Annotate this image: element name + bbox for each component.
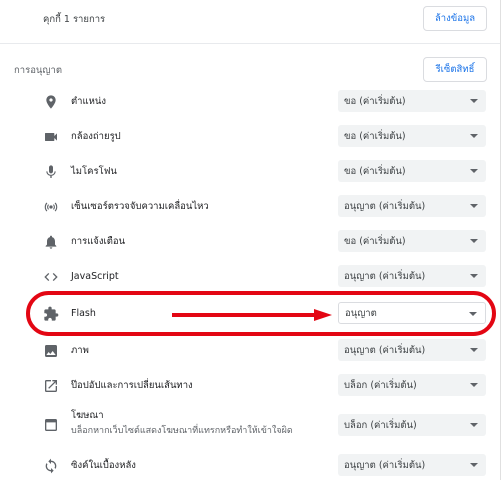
bell-icon xyxy=(40,231,62,253)
select-value: ขอ (ค่าเริ่มต้น) xyxy=(344,165,406,177)
images-permission-select[interactable]: อนุญาต (ค่าเริ่มต้น) xyxy=(338,339,486,361)
javascript-permission-select[interactable]: อนุญาต (ค่าเริ่มต้น) xyxy=(338,265,486,287)
permission-label: Flash xyxy=(71,308,96,319)
permission-label: กล้องถ่ายรูป xyxy=(71,131,121,142)
cookies-count: คุกกี้ 1 รายการ xyxy=(43,14,106,25)
background-sync-permission-select[interactable]: อนุญาต (ค่าเริ่มต้น) xyxy=(338,454,486,476)
dropdown-arrow-icon xyxy=(470,169,478,173)
dropdown-arrow-icon xyxy=(470,99,478,103)
microphone-icon xyxy=(40,161,62,183)
permission-row-flash: Flash อนุญาต xyxy=(0,296,501,331)
clear-data-button[interactable]: ล้างข้อมูล xyxy=(423,6,487,31)
permission-label: ป๊อปอัปและการเปลี่ยนเส้นทาง xyxy=(71,380,193,391)
permission-row-javascript: JavaScript อนุญาต (ค่าเริ่มต้น) xyxy=(0,259,501,294)
location-pin-icon xyxy=(40,91,62,113)
permission-row-images: ภาพ อนุญาต (ค่าเริ่มต้น) xyxy=(0,333,501,368)
permission-label: ภาพ xyxy=(71,345,89,356)
select-value: บล็อก (ค่าเริ่มต้น) xyxy=(344,379,417,391)
permission-row-notifications: การแจ้งเตือน ขอ (ค่าเริ่มต้น) xyxy=(0,224,501,259)
ads-icon xyxy=(40,414,62,436)
permission-row-background-sync: ซิงค์ในเบื้องหลัง อนุญาต (ค่าเริ่มต้น) xyxy=(0,449,501,484)
select-value: อนุญาต xyxy=(345,307,377,319)
puzzle-piece-icon xyxy=(40,303,62,325)
permission-row-popups: ป๊อปอัปและการเปลี่ยนเส้นทาง บล็อก (ค่าเร… xyxy=(0,368,501,403)
motion-sensors-permission-select[interactable]: อนุญาต (ค่าเริ่มต้น) xyxy=(338,195,486,217)
permission-label: ตำแหน่ง xyxy=(71,96,107,107)
select-value: อนุญาต (ค่าเริ่มต้น) xyxy=(344,270,426,282)
select-value: ขอ (ค่าเริ่มต้น) xyxy=(344,235,406,247)
select-value: อนุญาต (ค่าเริ่มต้น) xyxy=(344,200,426,212)
camera-permission-select[interactable]: ขอ (ค่าเริ่มต้น) xyxy=(338,125,486,147)
motion-sensor-icon xyxy=(40,196,62,218)
permission-label: ซิงค์ในเบื้องหลัง xyxy=(71,460,136,471)
dropdown-arrow-icon xyxy=(470,134,478,138)
reset-permissions-button[interactable]: รีเซ็ตสิทธิ์ xyxy=(423,57,487,82)
dropdown-arrow-icon xyxy=(470,423,478,427)
ads-permission-select[interactable]: บล็อก (ค่าเริ่มต้น) xyxy=(338,414,486,436)
code-icon xyxy=(40,266,62,288)
notifications-permission-select[interactable]: ขอ (ค่าเริ่มต้น) xyxy=(338,230,486,252)
select-value: ขอ (ค่าเริ่มต้น) xyxy=(344,130,406,142)
dropdown-arrow-icon xyxy=(470,274,478,278)
flash-permission-select[interactable]: อนุญาต xyxy=(338,302,486,324)
permission-label: การแจ้งเตือน xyxy=(71,236,126,247)
select-value: บล็อก (ค่าเริ่มต้น) xyxy=(344,419,417,431)
popup-icon xyxy=(40,375,62,397)
image-icon xyxy=(40,340,62,362)
permissions-title: การอนุญาต xyxy=(14,65,62,76)
permission-label: JavaScript xyxy=(71,271,119,282)
permission-row-location: ตำแหน่ง ขอ (ค่าเริ่มต้น) xyxy=(0,84,501,119)
microphone-permission-select[interactable]: ขอ (ค่าเริ่มต้น) xyxy=(338,160,486,182)
select-value: ขอ (ค่าเริ่มต้น) xyxy=(344,95,406,107)
permission-sublabel: บล็อกหากเว็บไซต์แสดงโฆษณาที่แทรกหรือทำให… xyxy=(71,426,293,436)
permission-label: โฆษณา xyxy=(71,410,104,421)
dropdown-arrow-icon xyxy=(470,348,478,352)
sync-icon xyxy=(40,455,62,477)
permission-row-microphone: ไมโครโฟน ขอ (ค่าเริ่มต้น) xyxy=(0,154,501,189)
divider xyxy=(0,43,501,44)
location-permission-select[interactable]: ขอ (ค่าเริ่มต้น) xyxy=(338,90,486,112)
select-value: อนุญาต (ค่าเริ่มต้น) xyxy=(344,344,426,356)
popups-permission-select[interactable]: บล็อก (ค่าเริ่มต้น) xyxy=(338,374,486,396)
dropdown-arrow-icon xyxy=(470,239,478,243)
select-value: อนุญาต (ค่าเริ่มต้น) xyxy=(344,459,426,471)
camera-icon xyxy=(40,126,62,148)
permission-label: ไมโครโฟน xyxy=(71,166,117,177)
dropdown-arrow-icon xyxy=(469,312,477,316)
permission-row-ads: โฆษณา บล็อกหากเว็บไซต์แสดงโฆษณาที่แทรกหร… xyxy=(0,404,501,446)
dropdown-arrow-icon xyxy=(470,383,478,387)
dropdown-arrow-icon xyxy=(470,204,478,208)
dropdown-arrow-icon xyxy=(470,463,478,467)
permission-row-motion-sensors: เซ็นเซอร์ตรวจจับความเคลื่อนไหว อนุญาต (ค… xyxy=(0,189,501,224)
permission-label: เซ็นเซอร์ตรวจจับความเคลื่อนไหว xyxy=(71,201,209,212)
permission-row-camera: กล้องถ่ายรูป ขอ (ค่าเริ่มต้น) xyxy=(0,119,501,154)
